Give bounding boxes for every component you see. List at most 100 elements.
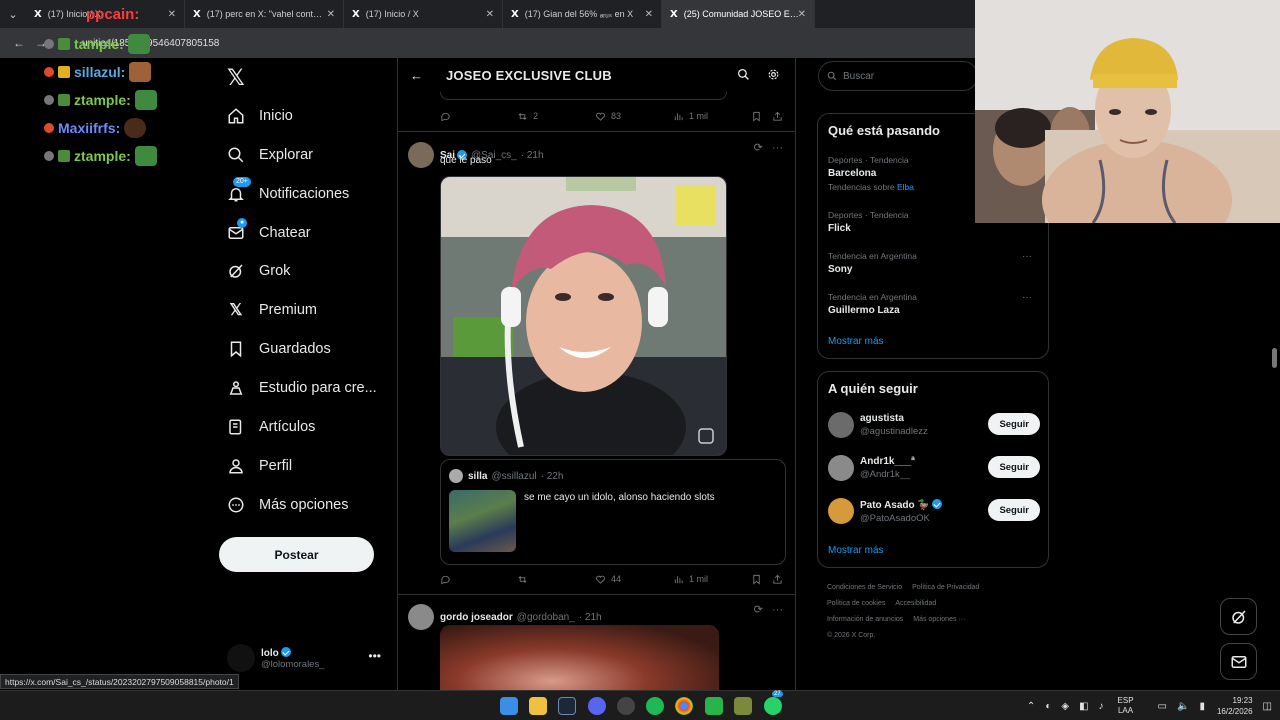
reply-button[interactable] (440, 111, 456, 122)
grok-fab-button[interactable] (1220, 598, 1257, 635)
grok-icon[interactable]: ⟳ (754, 604, 763, 616)
post-button[interactable]: Postear (219, 537, 374, 572)
language-indicator[interactable]: ESP LAA (1118, 696, 1134, 716)
tweet-time[interactable]: · 21h (579, 612, 602, 623)
chevron-up-icon[interactable]: ⌃ (1027, 701, 1035, 712)
tweet-time[interactable]: · 21h (521, 150, 544, 161)
quoted-tweet[interactable]: silla @ssillazul · 22h se me cayo un ido… (440, 459, 786, 565)
account-switcher[interactable]: lolo @lolomorales_ ••• (227, 643, 387, 673)
more-dots-icon[interactable]: ··· (1022, 292, 1032, 303)
retweet-button[interactable] (517, 574, 533, 585)
footer-link[interactable]: Política de Privacidad (912, 584, 979, 591)
footer-link[interactable]: Política de cookies (827, 600, 885, 607)
whatsapp-icon[interactable]: 27 (764, 691, 783, 715)
nav-item-explorar[interactable]: Explorar (227, 140, 313, 170)
close-icon[interactable]: ✕ (798, 9, 806, 20)
tweet-author-name[interactable]: gordo joseador (440, 612, 513, 623)
clock[interactable]: 19:23 16/2/2026 (1217, 695, 1253, 717)
browser-tab[interactable]: X (17) Inicio / X ✕ (344, 0, 503, 28)
start-icon[interactable] (500, 697, 518, 715)
footer-link[interactable]: Más opciones ··· (913, 616, 965, 623)
browser-tab-active[interactable]: X (25) Comunidad JOSEO EXCLUS ✕ (662, 0, 815, 28)
spotify-icon[interactable] (646, 697, 664, 715)
retweet-button[interactable]: 2 (517, 111, 538, 122)
tray-app-icon[interactable]: ◈ (1061, 701, 1069, 712)
browser-tab[interactable]: X (17) perc en X: "vahel contra 3 ✕ (185, 0, 344, 28)
close-icon[interactable]: ✕ (168, 9, 176, 20)
x-logo-icon[interactable]: 𝕏 (227, 66, 245, 91)
volume-icon[interactable]: 🔈 (1177, 701, 1189, 712)
trend-sub-link[interactable]: Elba (897, 182, 914, 192)
messages-fab-button[interactable] (1220, 643, 1257, 680)
footer-link[interactable]: Condiciones de Servicio (827, 584, 902, 591)
follow-button[interactable]: Seguir (988, 413, 1040, 435)
steam-icon[interactable] (558, 697, 576, 715)
nav-item-inicio[interactable]: Inicio (227, 101, 293, 131)
back-arrow-icon[interactable]: ← (8, 36, 30, 50)
tray-app-icon[interactable]: ◧ (1079, 701, 1088, 712)
close-icon[interactable]: ✕ (327, 9, 335, 20)
app-icon[interactable] (734, 697, 752, 715)
follow-suggestion[interactable]: Andr1k___ª @Andr1k__ Seguir (828, 453, 1040, 483)
page-scrollbar[interactable] (1272, 348, 1277, 368)
close-icon[interactable]: ✕ (645, 9, 653, 20)
share-button[interactable] (772, 111, 788, 122)
more-dots-icon[interactable]: ··· (772, 142, 783, 154)
show-more-link[interactable]: Mostrar más (828, 545, 884, 556)
bookmark-button[interactable] (751, 574, 767, 585)
follow-button[interactable]: Seguir (988, 499, 1040, 521)
nav-item-grok[interactable]: Grok (227, 256, 290, 286)
more-dots-icon[interactable]: ··· (1022, 251, 1032, 262)
nav-item-premium[interactable]: 𝕏 Premium (227, 295, 317, 325)
obs-icon[interactable] (617, 697, 635, 715)
tweet-photo[interactable] (440, 625, 719, 690)
gear-icon[interactable] (767, 68, 780, 84)
chrome-icon[interactable] (675, 697, 693, 715)
notification-icon[interactable]: ◫ (1263, 701, 1272, 712)
search-icon[interactable] (737, 68, 750, 84)
file-explorer-icon[interactable] (529, 697, 547, 715)
kick-icon[interactable] (705, 697, 723, 715)
nav-item-guardados[interactable]: Guardados (227, 334, 331, 364)
trend-item[interactable]: Tendencia en Argentina Guillermo Laza ··… (828, 292, 1040, 316)
follow-suggestion[interactable]: Pato Asado 🦆 @PatoAsadoOK Seguir (828, 496, 1040, 526)
nav-item-articulos[interactable]: Artículos (227, 412, 315, 442)
bookmark-button[interactable] (751, 111, 767, 122)
more-dots-icon[interactable]: ••• (368, 649, 381, 663)
search-input[interactable]: Buscar (818, 61, 978, 91)
nav-item-perfil[interactable]: Perfil (227, 451, 292, 481)
discord-icon[interactable] (588, 697, 606, 715)
like-button[interactable]: 44 (595, 574, 621, 585)
tab-search-chevron-icon[interactable]: ⌄ (0, 0, 26, 28)
like-button[interactable]: 83 (595, 111, 621, 122)
reply-button[interactable] (440, 574, 456, 585)
footer-link[interactable]: Accesibilidad (895, 600, 936, 607)
grok-icon[interactable]: ⟳ (754, 142, 763, 154)
browser-tab[interactable]: X (17) Gian del 56% ₐᵣᵤₛ en X ✕ (503, 0, 662, 28)
tweet-photo[interactable] (440, 176, 727, 456)
avatar[interactable] (408, 604, 434, 630)
views-button[interactable]: 1 mil (673, 111, 708, 122)
tweet-author-handle[interactable]: @gordoban_ (517, 612, 575, 623)
close-icon[interactable]: ✕ (486, 9, 494, 20)
more-dots-icon[interactable]: ··· (772, 604, 783, 616)
trend-item[interactable]: Tendencia en Argentina Sony ··· (828, 251, 1040, 275)
share-button[interactable] (772, 574, 788, 585)
follow-button[interactable]: Seguir (988, 456, 1040, 478)
footer-link[interactable]: Información de anuncios (827, 616, 903, 623)
nav-item-mas-opciones[interactable]: Más opciones (227, 490, 348, 520)
views-button[interactable]: 1 mil (673, 574, 708, 585)
nav-item-chatear[interactable]: ● Chatear (227, 218, 311, 248)
battery-icon[interactable]: ▮ (1199, 701, 1205, 712)
avatar[interactable] (408, 142, 434, 168)
follow-name: agustista (860, 413, 904, 424)
nav-item-estudio[interactable]: Estudio para cre... (227, 373, 377, 403)
back-arrow-icon[interactable]: ← (410, 68, 430, 83)
tweet-header-icons: ⟳ ··· (754, 603, 783, 616)
network-icon[interactable]: ▭ (1158, 701, 1167, 712)
tray-app-icon[interactable]: ◐ (1045, 701, 1051, 712)
nav-item-notificaciones[interactable]: 20+ Notificaciones (227, 177, 349, 209)
show-more-link[interactable]: Mostrar más (828, 336, 884, 347)
follow-suggestion[interactable]: agustista @agustinadlezz Seguir (828, 410, 1040, 440)
microphone-icon[interactable]: ♪ (1099, 701, 1104, 712)
